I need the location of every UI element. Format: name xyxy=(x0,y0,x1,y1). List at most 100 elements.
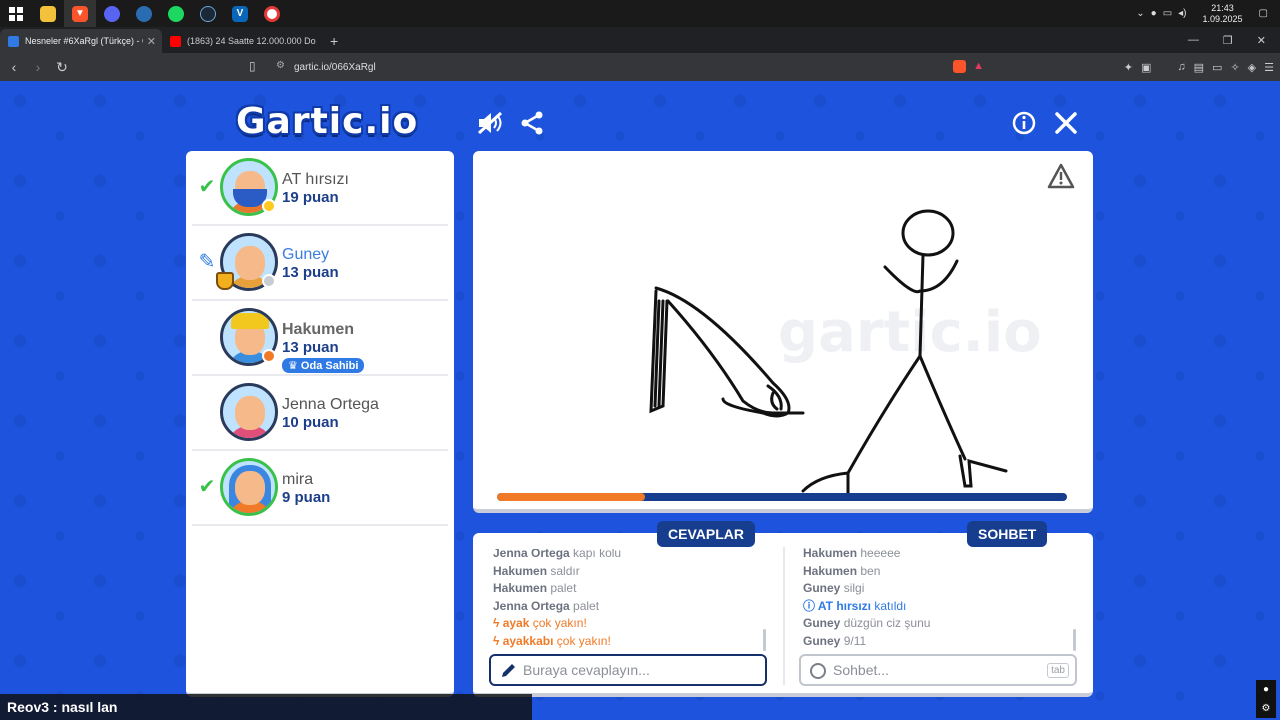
vscode-icon[interactable]: V xyxy=(224,0,256,27)
message-user: ayakkabı xyxy=(502,633,554,648)
screenshot-icon[interactable]: ▣ xyxy=(1141,61,1151,74)
chevron-up-icon[interactable]: ⌄ xyxy=(1136,8,1144,19)
list-item: ϟ ayakkabı çok yakın! xyxy=(493,633,763,651)
browser-tab-youtube[interactable]: (1863) 24 Saatte 12.000.000 Dolar To xyxy=(162,29,324,53)
player-row[interactable]: ✎ Guney 13 puan xyxy=(192,226,448,301)
minimize-icon[interactable]: — xyxy=(1188,34,1199,46)
player-name: Guney xyxy=(282,246,330,263)
player-list: ✔ AT hırsızı 19 puan ✎ Guney 13 puan Hak… xyxy=(186,151,454,697)
menu-icon[interactable]: ☰ xyxy=(1264,61,1274,74)
drawing-canvas[interactable]: gartic.io xyxy=(473,151,1093,513)
music-icon[interactable]: ♫ xyxy=(1177,61,1185,73)
player-points: 13 puan xyxy=(282,339,339,356)
badge-label: Oda Sahibi xyxy=(300,360,359,372)
site-info-icon[interactable]: ⚙ xyxy=(276,60,285,71)
new-tab-button[interactable]: + xyxy=(330,29,338,53)
message-user: Guney xyxy=(803,616,841,630)
logo-text: Gartic.io xyxy=(236,101,419,142)
message-user: ⓘ AT hırsızı xyxy=(803,598,872,613)
back-icon[interactable]: ‹ xyxy=(4,59,24,75)
youtube-favicon xyxy=(170,35,181,47)
close-window-icon[interactable]: ✕ xyxy=(1257,34,1266,47)
checkmark-icon: ✔ xyxy=(198,475,216,498)
message-text: kapı kolu xyxy=(573,546,622,560)
info-icon[interactable] xyxy=(1009,108,1039,138)
corner-controls: ● ⚙ xyxy=(1256,680,1276,718)
chat-scrollbar[interactable] xyxy=(1073,629,1076,651)
vpn-icon[interactable]: ◈ xyxy=(1248,61,1256,74)
message-text: ben xyxy=(860,563,881,578)
avatar xyxy=(220,458,278,516)
microphone-icon[interactable]: ● xyxy=(1263,684,1269,695)
message-user: ayak xyxy=(502,616,530,630)
brave-rewards-icon[interactable]: ▲ xyxy=(973,60,984,72)
status-dot xyxy=(262,274,276,288)
player-row[interactable]: Jenna Ortega 10 puan xyxy=(192,376,448,451)
chat-placeholder: Sohbet... xyxy=(833,662,890,678)
pencil-icon xyxy=(502,664,515,677)
steam-icon[interactable] xyxy=(192,0,224,27)
spotify-icon[interactable] xyxy=(160,0,192,27)
message-user: Hakumen xyxy=(803,546,858,560)
player-row[interactable]: ✔ AT hırsızı 19 puan xyxy=(192,151,448,226)
player-row[interactable]: Hakumen 13 puan ♛ Oda Sahibi xyxy=(192,301,448,376)
app-icon-2[interactable] xyxy=(256,0,288,27)
extensions-row: ✦ ▣ ♫ ▤ ▭ ✧ ◈ ☰ xyxy=(1124,53,1274,81)
volume-icon[interactable]: ◂) xyxy=(1178,8,1186,19)
settings-icon[interactable]: ⚙ xyxy=(1262,703,1271,714)
share-icon[interactable] xyxy=(517,108,547,138)
microphone-icon[interactable]: ● xyxy=(1151,8,1157,19)
message-text: düzgün ciz şunu xyxy=(843,616,931,630)
answers-scrollbar[interactable] xyxy=(763,629,766,651)
list-item: Jenna Ortega palet xyxy=(493,598,763,616)
tab-title: (1863) 24 Saatte 12.000.000 Dolar To xyxy=(187,36,316,46)
message-text: saldır xyxy=(550,563,580,578)
chat-tab[interactable]: SOHBET xyxy=(967,521,1048,547)
network-icon[interactable]: ▭ xyxy=(1163,8,1172,19)
brave-shields-icon[interactable] xyxy=(953,60,966,73)
brave-icon[interactable]: ▼ xyxy=(64,0,96,27)
wallet-icon[interactable]: ▭ xyxy=(1212,61,1222,74)
lightning-icon: ϟ xyxy=(493,633,500,648)
round-timer-fill xyxy=(497,493,646,501)
answer-input[interactable]: Buraya cevaplayın... xyxy=(489,654,767,686)
trophy-icon xyxy=(216,272,234,290)
clock[interactable]: 21:43 1.09.2025 xyxy=(1203,3,1243,25)
chat-input[interactable]: Sohbet... tab xyxy=(799,654,1077,686)
sidebar-icon[interactable]: ▤ xyxy=(1194,61,1204,74)
restore-icon[interactable]: ❐ xyxy=(1223,34,1233,47)
discord-icon[interactable] xyxy=(96,0,128,27)
url-text: gartic.io/066XaRgl xyxy=(294,61,376,73)
browser-tab-gartic[interactable]: Nesneler #6XaRgl (Türkçe) - Gar ✕ xyxy=(0,29,162,53)
message-user: Hakumen xyxy=(493,581,548,595)
player-name: Jenna Ortega xyxy=(282,396,379,413)
status-dot xyxy=(262,199,276,213)
message-user: Jenna Ortega xyxy=(493,546,570,560)
windows-start-icon[interactable] xyxy=(0,0,32,27)
notification-icon[interactable]: ▢ xyxy=(1259,8,1268,19)
player-points: 19 puan xyxy=(282,189,339,206)
app-icon[interactable] xyxy=(128,0,160,27)
gartic-favicon xyxy=(8,35,19,47)
gartic-logo[interactable]: Gartic.io xyxy=(236,101,418,142)
list-item: Hakumen ben xyxy=(803,563,1063,581)
list-item: Hakumen heeeee xyxy=(803,545,1063,563)
message-user: Hakumen xyxy=(803,563,858,578)
reload-icon[interactable]: ↻ xyxy=(52,59,72,76)
extensions-icon[interactable]: ✦ xyxy=(1124,61,1133,74)
round-timer-bar xyxy=(497,493,1067,501)
forward-icon[interactable]: › xyxy=(28,59,48,75)
answers-tab[interactable]: CEVAPLAR xyxy=(657,521,755,547)
player-row[interactable]: ✔ mira 9 puan xyxy=(192,451,448,526)
close-game-icon[interactable] xyxy=(1051,108,1081,138)
address-bar[interactable]: ⚙ gartic.io/066XaRgl ▲ xyxy=(270,56,990,78)
bookmark-icon[interactable]: ▯ xyxy=(249,59,256,73)
leo-icon[interactable]: ✧ xyxy=(1230,61,1239,74)
player-name: AT hırsızı xyxy=(282,171,349,188)
player-name: Hakumen xyxy=(282,321,355,338)
sound-off-icon[interactable] xyxy=(476,108,506,138)
close-tab-icon[interactable]: ✕ xyxy=(147,35,156,48)
report-icon[interactable] xyxy=(1047,163,1075,189)
file-explorer-icon[interactable] xyxy=(32,0,64,27)
message-text: katıldı xyxy=(874,598,907,613)
